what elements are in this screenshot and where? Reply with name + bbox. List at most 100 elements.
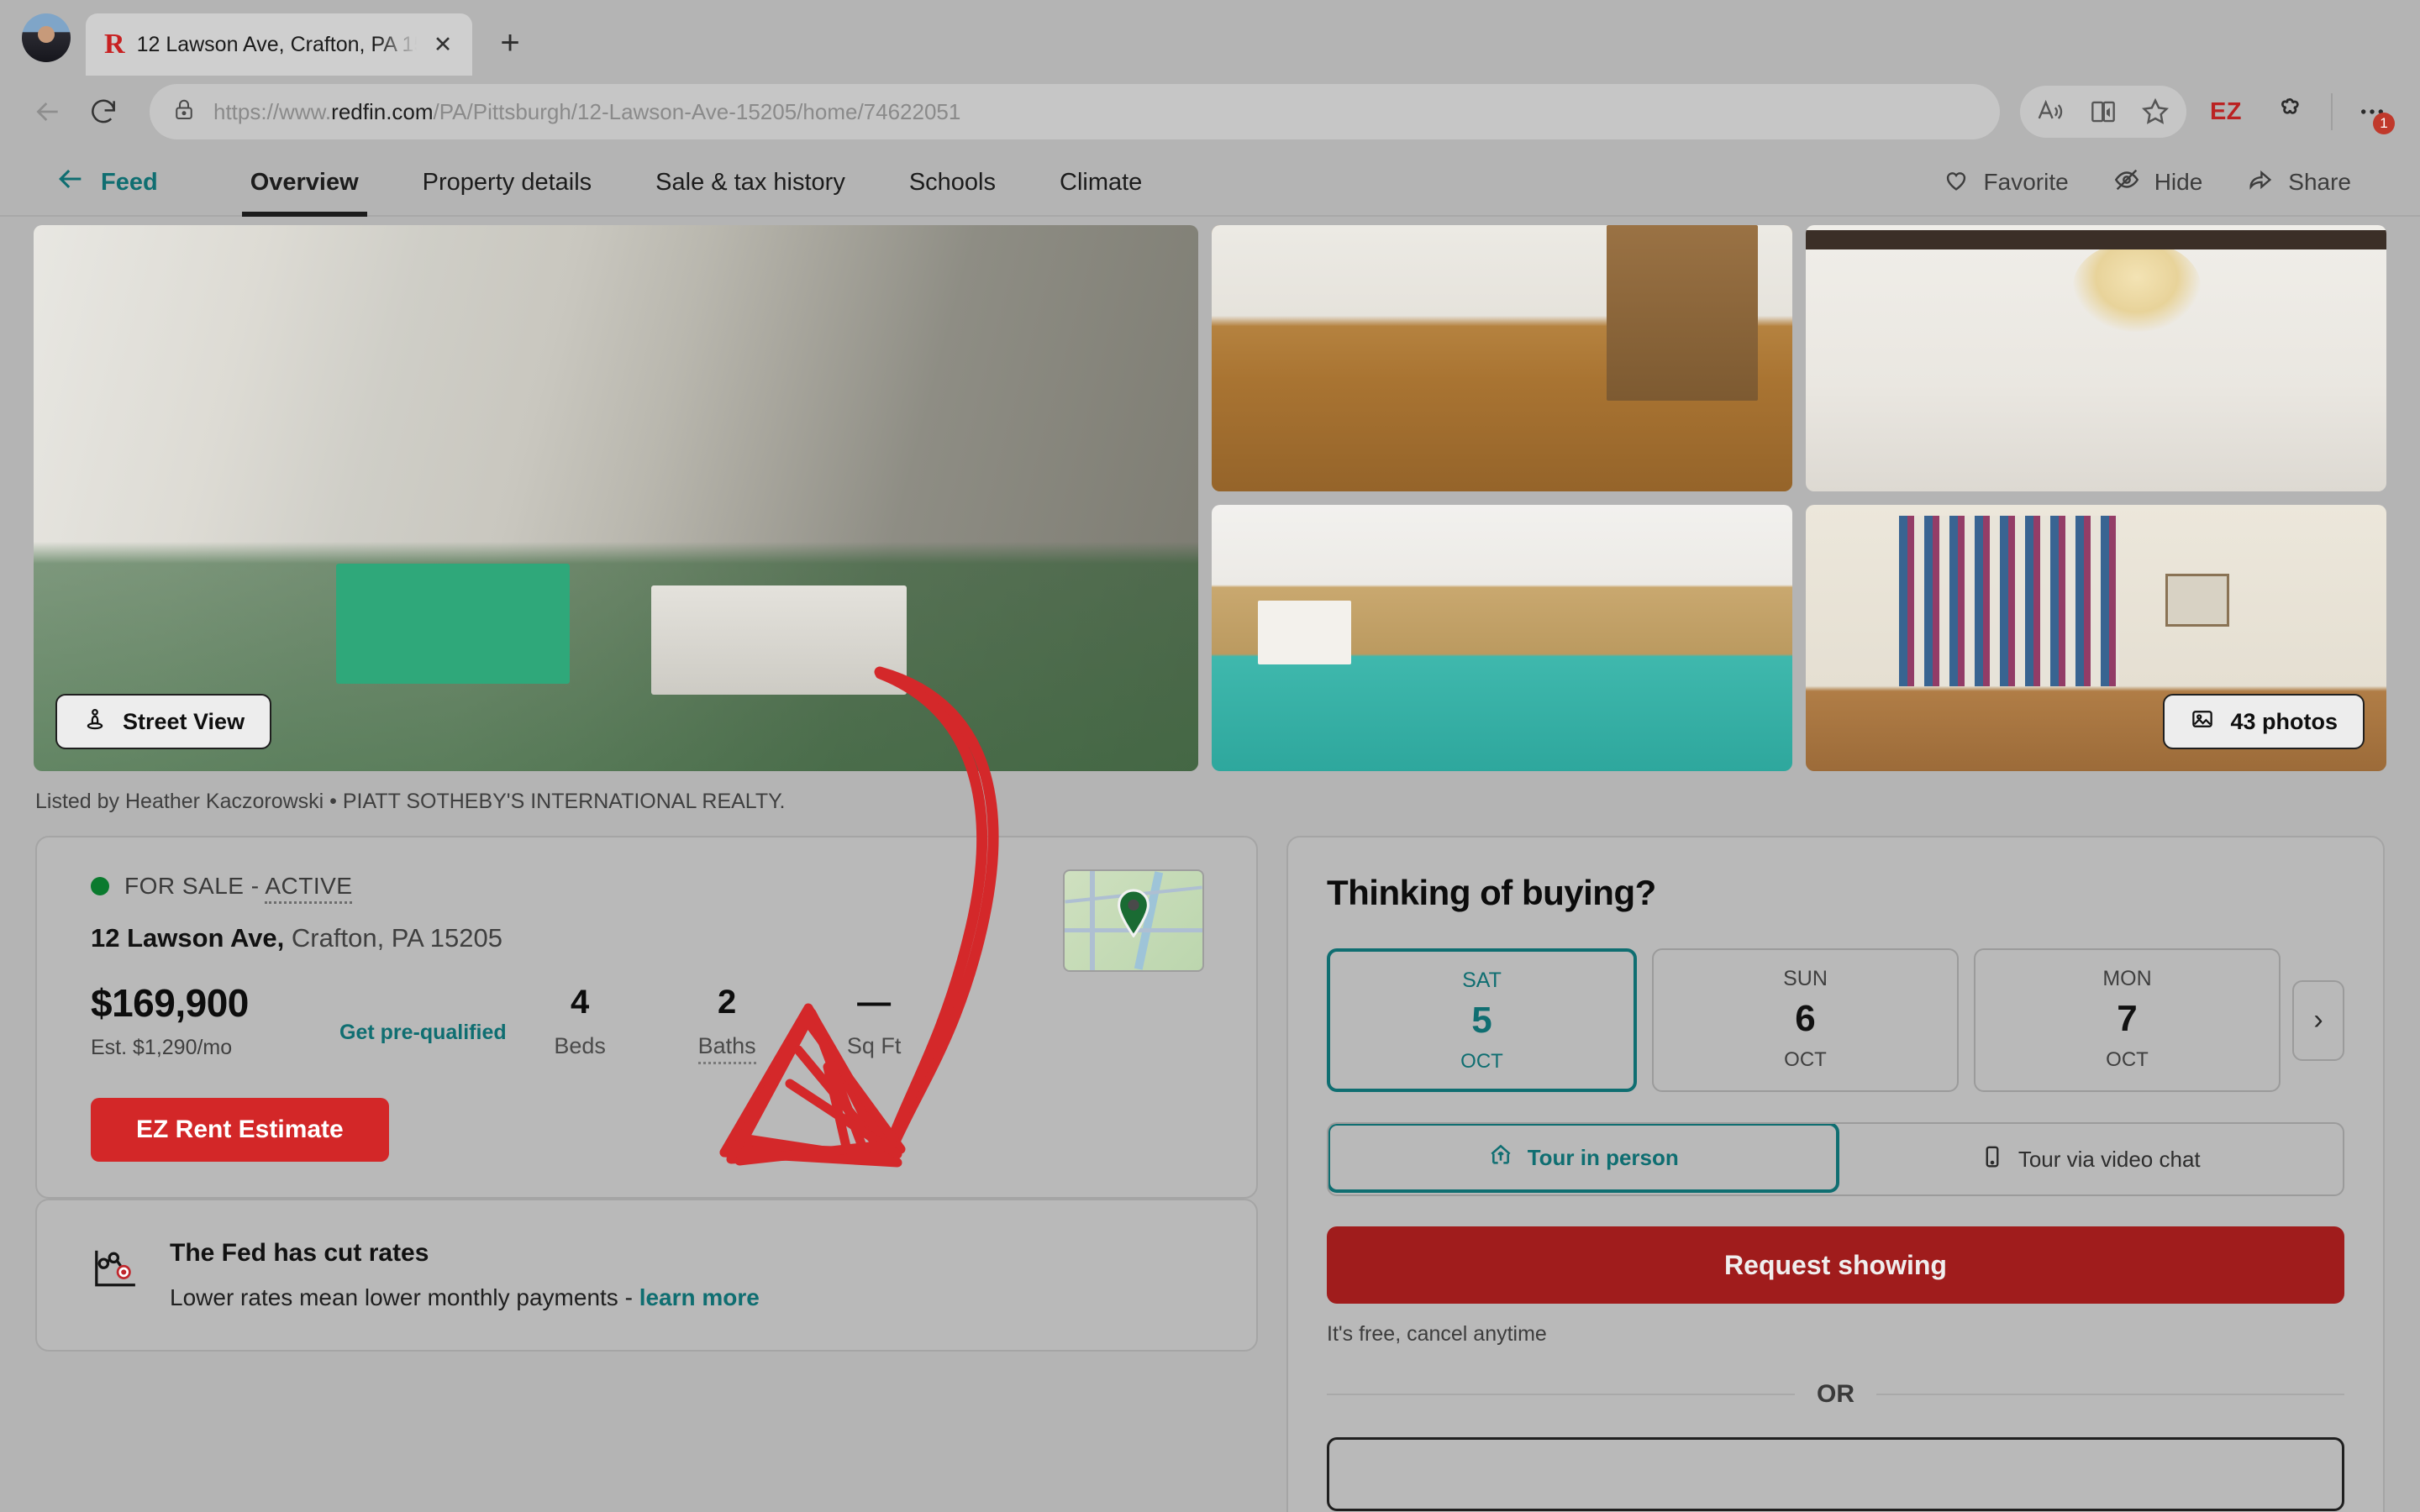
- gallery-thumb-3[interactable]: [1212, 505, 1792, 771]
- beds-label: Beds: [554, 1033, 606, 1058]
- new-tab-icon[interactable]: +: [486, 18, 534, 67]
- tour-in-person-label: Tour in person: [1527, 1144, 1679, 1170]
- divider-line-right: [1876, 1394, 2344, 1395]
- address-bar[interactable]: https://www.redfin.com/PA/Pittsburgh/12-…: [150, 84, 2000, 139]
- browser-menu-icon[interactable]: 1: [2346, 86, 2398, 138]
- extensions-icon[interactable]: [2265, 86, 2317, 138]
- exterior-photo: [34, 225, 1198, 771]
- ez-extension-icon[interactable]: EZ: [2188, 98, 2264, 126]
- ez-rent-estimate-button[interactable]: EZ Rent Estimate: [91, 1098, 389, 1162]
- left-column: FOR SALE - ACTIVE 12 Lawson Ave, Crafton…: [35, 836, 1258, 1352]
- tour-video-chat-label: Tour via video chat: [2018, 1146, 2201, 1172]
- interior-photo-carpet: [1212, 225, 1792, 491]
- learn-more-link[interactable]: learn more: [639, 1284, 760, 1310]
- request-showing-button[interactable]: Request showing: [1327, 1226, 2344, 1304]
- street-view-button[interactable]: Street View: [55, 694, 272, 749]
- all-photos-button[interactable]: 43 photos: [2163, 694, 2365, 749]
- redfin-favicon-icon: R: [104, 29, 125, 60]
- interior-photo-teal-room: [1212, 505, 1792, 771]
- gallery-thumb-1[interactable]: [1212, 225, 1792, 491]
- price-block: $169,900 Est. $1,290/mo: [91, 980, 309, 1060]
- browser-tab[interactable]: R 12 Lawson Ave, Crafton, PA 152 ✕: [86, 13, 472, 76]
- profile-avatar[interactable]: [22, 13, 71, 62]
- or-label: OR: [1817, 1380, 1854, 1408]
- lock-icon: [171, 97, 197, 127]
- get-prequalified-link[interactable]: Get pre-qualified: [339, 1021, 507, 1045]
- reload-icon[interactable]: [77, 86, 129, 138]
- baths-label[interactable]: Baths: [697, 1033, 756, 1064]
- thinking-of-buying-card: Thinking of buying? SAT 5 OCT SUN 6 OCT …: [1286, 836, 2385, 1512]
- date-month: OCT: [2106, 1048, 2149, 1071]
- read-aloud-icon[interactable]: [2025, 86, 2077, 138]
- section-tabs: Overview Property details Sale & tax his…: [218, 148, 1175, 217]
- status-row: FOR SALE - ACTIVE: [91, 873, 1202, 904]
- monthly-estimate: Est. $1,290/mo: [91, 1036, 233, 1059]
- immersive-reader-icon[interactable]: [2077, 86, 2129, 138]
- listing-price: $169,900: [91, 981, 249, 1025]
- photo-gallery: Street View 43 photos: [0, 225, 2420, 771]
- status-dot-icon: [91, 877, 109, 895]
- arrow-left-icon: [57, 165, 86, 200]
- tab-sale-tax-history[interactable]: Sale & tax history: [623, 148, 877, 217]
- toolbar-actions: EZ 1: [2019, 86, 2398, 138]
- fact-beds: 4 Beds: [507, 984, 654, 1059]
- map-pin-icon: [1113, 888, 1154, 938]
- favorite-button[interactable]: Favorite: [1942, 165, 2069, 200]
- status-badge: FOR SALE - ACTIVE: [124, 873, 353, 904]
- tour-video-chat-option[interactable]: Tour via video chat: [1838, 1124, 2344, 1194]
- date-option-mon[interactable]: MON 7 OCT: [1974, 948, 2281, 1092]
- address-street: 12 Lawson Ave,: [91, 923, 285, 953]
- address-city: Crafton, PA 15205: [291, 923, 502, 953]
- hide-label: Hide: [2154, 169, 2203, 195]
- fed-card-title: The Fed has cut rates: [170, 1239, 429, 1267]
- house-arrow-icon: [1487, 1142, 1514, 1174]
- date-day: 7: [2117, 998, 2138, 1039]
- browser-toolbar: https://www.redfin.com/PA/Pittsburgh/12-…: [0, 76, 2420, 148]
- mini-map-thumbnail[interactable]: [1063, 869, 1204, 972]
- share-icon: [2246, 165, 2275, 200]
- next-dates-chevron-right-icon[interactable]: ›: [2292, 979, 2344, 1061]
- fed-card-body: Lower rates mean lower monthly payments …: [170, 1284, 760, 1310]
- divider-line-left: [1327, 1394, 1795, 1395]
- tab-schools[interactable]: Schools: [877, 148, 1028, 217]
- back-to-feed-link[interactable]: Feed: [35, 165, 158, 200]
- hide-button[interactable]: Hide: [2112, 165, 2203, 200]
- gallery-main-photo[interactable]: Street View: [34, 225, 1198, 771]
- gallery-row-top: [1212, 225, 2386, 491]
- eye-off-icon: [2112, 165, 2141, 200]
- street-view-icon: [82, 706, 108, 738]
- gallery-thumb-2[interactable]: [1806, 225, 2386, 491]
- main-content: FOR SALE - ACTIVE 12 Lawson Ave, Crafton…: [0, 814, 2420, 1512]
- date-option-sun[interactable]: SUN 6 OCT: [1652, 948, 1959, 1092]
- date-day: 6: [1795, 998, 1816, 1039]
- date-day: 5: [1471, 1000, 1492, 1041]
- listing-summary-wrapper: FOR SALE - ACTIVE 12 Lawson Ave, Crafton…: [35, 836, 1258, 1199]
- fact-sqft: — Sq Ft: [801, 984, 948, 1059]
- back-icon[interactable]: [22, 86, 74, 138]
- close-icon[interactable]: ✕: [429, 30, 457, 59]
- gallery-thumb-4[interactable]: 43 photos: [1806, 505, 2386, 771]
- fed-rates-card: The Fed has cut rates Lower rates mean l…: [35, 1199, 1258, 1352]
- status-active-label[interactable]: ACTIVE: [265, 873, 353, 904]
- toolbar-divider: [2331, 93, 2333, 130]
- street-view-label: Street View: [123, 708, 245, 734]
- redfin-nav: Feed Overview Property details Sale & ta…: [0, 148, 2420, 217]
- tour-in-person-option[interactable]: Tour in person: [1328, 1124, 1839, 1193]
- date-option-sat[interactable]: SAT 5 OCT: [1327, 948, 1637, 1092]
- tab-overview[interactable]: Overview: [218, 148, 391, 217]
- menu-update-badge: 1: [2373, 113, 2395, 134]
- tour-date-picker: SAT 5 OCT SUN 6 OCT MON 7 OCT ›: [1327, 948, 2344, 1092]
- tab-property-details[interactable]: Property details: [391, 148, 624, 217]
- toolbar-pill-group: [2019, 86, 2186, 138]
- photos-count-label: 43 photos: [2230, 708, 2338, 734]
- share-button[interactable]: Share: [2246, 165, 2351, 200]
- tab-strip: R 12 Lawson Ave, Crafton, PA 152 ✕ +: [0, 0, 2420, 76]
- fed-card-text: The Fed has cut rates Lower rates mean l…: [170, 1239, 760, 1311]
- tab-climate[interactable]: Climate: [1028, 148, 1174, 217]
- right-column: Thinking of buying? SAT 5 OCT SUN 6 OCT …: [1286, 836, 2385, 1512]
- secondary-cta-button[interactable]: [1327, 1437, 2344, 1511]
- listed-by-text: Listed by Heather Kaczorowski • PIATT SO…: [35, 790, 786, 813]
- sidebar-title: Thinking of buying?: [1327, 873, 1656, 912]
- favorite-star-icon[interactable]: [2129, 86, 2181, 138]
- sqft-label: Sq Ft: [846, 1033, 902, 1058]
